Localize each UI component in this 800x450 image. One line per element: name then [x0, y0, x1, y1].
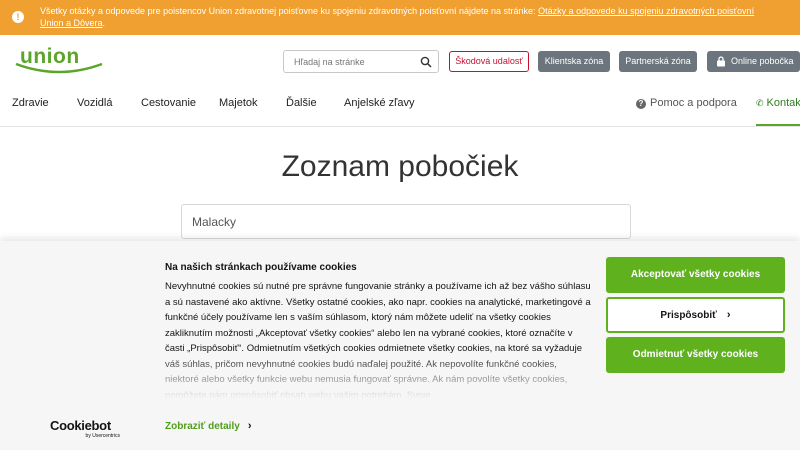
- partner-zone-button[interactable]: Partnerská zóna: [619, 51, 697, 72]
- help-link[interactable]: ? Pomoc a podpora: [636, 97, 737, 109]
- search-input[interactable]: [294, 56, 414, 68]
- reject-all-cookies-button[interactable]: Odmietnuť všetky cookies: [606, 337, 785, 373]
- contact-label: Kontakt: [766, 97, 800, 109]
- info-suffix: .: [102, 18, 106, 28]
- nav-item-vozidla[interactable]: Vozidlá: [77, 97, 112, 109]
- help-label: Pomoc a podpora: [650, 97, 737, 109]
- search-icon[interactable]: [420, 56, 432, 68]
- show-details-link[interactable]: Zobraziť detaily ›: [165, 420, 251, 432]
- info-bar: ! Všetky otázky a odpovede pre poistenco…: [0, 0, 800, 35]
- online-branch-label: Online pobočka: [731, 56, 794, 66]
- question-icon: ?: [636, 99, 646, 109]
- nav-item-cestovanie[interactable]: Cestovanie: [141, 97, 196, 109]
- nav-item-majetok[interactable]: Majetok: [219, 97, 258, 109]
- cookie-banner: Na našich stránkach používame cookies Ne…: [0, 241, 800, 450]
- chevron-right-icon: ›: [726, 309, 731, 321]
- accept-all-cookies-button[interactable]: Akceptovať všetky cookies: [606, 257, 785, 293]
- lock-icon: [717, 56, 725, 67]
- cookie-title: Na našich stránkach používame cookies: [165, 262, 357, 273]
- chevron-right-icon: ›: [247, 420, 252, 432]
- cookie-text-fade: [165, 361, 593, 399]
- cookie-text-container[interactable]: Nevyhnutné cookies sú nutné pre správne …: [165, 279, 593, 399]
- info-text: Všetky otázky a odpovede pre poistencov …: [40, 5, 760, 29]
- cookiebot-logo: Cookiebot by Usercentrics: [50, 417, 120, 441]
- cookiebot-sub: by Usercentrics: [85, 433, 120, 439]
- nav-item-dalsie[interactable]: Ďalšie: [286, 97, 317, 109]
- client-zone-button[interactable]: Klientska zóna: [538, 51, 610, 72]
- online-branch-button[interactable]: Online pobočka: [707, 51, 800, 72]
- contact-link[interactable]: ✆Kontakt: [756, 86, 800, 126]
- main-nav: Zdravie Vozidlá Cestovanie Majetok Ďalši…: [0, 86, 800, 126]
- nav-item-anjelske-zlavy[interactable]: Anjelské zľavy: [344, 97, 414, 109]
- page-title: Zoznam pobočiek: [281, 150, 519, 183]
- cookiebot-name: Cookiebot: [50, 418, 111, 433]
- union-logo[interactable]: union: [14, 44, 104, 76]
- customize-cookies-button[interactable]: Prispôsobiť ›: [606, 297, 785, 333]
- logo-wordmark: union: [20, 45, 80, 68]
- info-message: Všetky otázky a odpovede pre poistencov …: [40, 6, 539, 16]
- claim-button[interactable]: Škodová udalosť: [449, 51, 529, 72]
- customize-label: Prispôsobiť: [660, 310, 717, 321]
- branch-search-input[interactable]: [181, 204, 631, 239]
- phone-icon: ✆: [756, 98, 764, 108]
- info-icon: !: [12, 11, 24, 23]
- show-details-label: Zobraziť detaily: [165, 421, 240, 432]
- nav-divider: [0, 126, 800, 127]
- nav-item-zdravie[interactable]: Zdravie: [12, 97, 49, 109]
- search-box[interactable]: [283, 50, 439, 73]
